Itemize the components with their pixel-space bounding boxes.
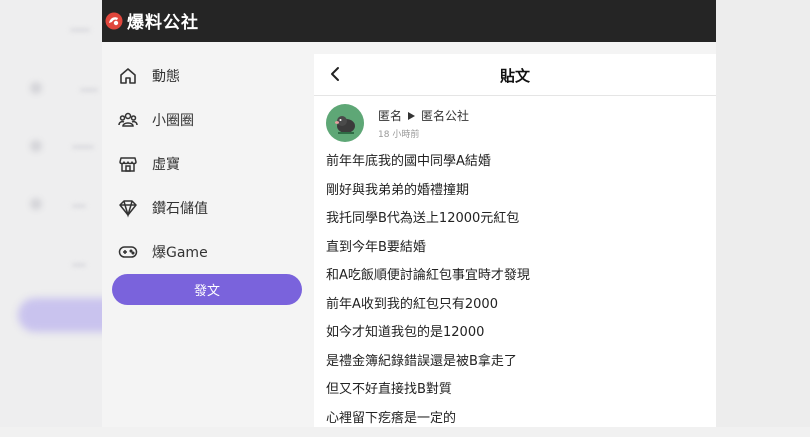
- backdrop-line: [72, 263, 86, 267]
- top-bar: 爆料公社: [102, 0, 716, 42]
- sidebar-item-diamonds[interactable]: 鑽石儲值: [118, 193, 208, 223]
- gamepad-icon: [118, 242, 138, 262]
- post-line: 我托同學B代為送上12000元紅包: [326, 209, 706, 238]
- logo-icon: [105, 12, 123, 30]
- diamond-icon: [118, 198, 138, 218]
- sidebar-item-feed[interactable]: 動態: [118, 61, 180, 91]
- backdrop-line: [70, 28, 90, 32]
- backdrop-line: [80, 88, 98, 92]
- group-icon: [118, 110, 138, 130]
- sidebar-item-label: 鑽石儲值: [152, 198, 208, 218]
- logo[interactable]: 爆料公社: [105, 8, 199, 33]
- post-line: 前年年底我的國中同學A結婚: [326, 152, 706, 181]
- store-icon: [118, 154, 138, 174]
- post-line: 是禮金簿紀錄錯誤還是被B拿走了: [326, 352, 706, 381]
- sidebar-item-store[interactable]: 虛寶: [118, 149, 180, 179]
- app-title: 爆料公社: [127, 8, 199, 33]
- sidebar-item-label: 小圈圈: [152, 110, 194, 130]
- post-panel: 貼文 匿名 匿名公社 18 小時前 前年年底我的國中同學A結婚 剛好與我弟弟的婚…: [314, 54, 716, 427]
- backdrop-line: [72, 145, 94, 149]
- backdrop-blob: [30, 198, 42, 210]
- mole-avatar-icon: [326, 104, 364, 142]
- sidebar-item-label: 動態: [152, 66, 180, 86]
- post-line: 剛好與我弟弟的婚禮撞期: [326, 181, 706, 210]
- backdrop-blob: [30, 140, 42, 152]
- backdrop-line: [72, 204, 86, 208]
- sidebar-item-label: 虛寶: [152, 154, 180, 174]
- post-line: 前年A收到我的紅包只有2000: [326, 295, 706, 324]
- post-time: 18 小時前: [378, 127, 419, 140]
- post-line: 和A吃飯順便討論紅包事宜時才發現: [326, 266, 706, 295]
- author-name[interactable]: 匿名: [378, 107, 402, 124]
- backdrop-left: [0, 0, 102, 427]
- board-name[interactable]: 匿名公社: [421, 107, 469, 124]
- app-window: 爆料公社 動態 小圈圈 虛寶: [102, 0, 716, 427]
- sidebar: 動態 小圈圈 虛寶 鑽石儲值: [102, 42, 312, 427]
- post-header: 貼文: [314, 54, 716, 96]
- author-row: 匿名 匿名公社: [378, 107, 469, 124]
- post-button[interactable]: 發文: [112, 274, 302, 305]
- sidebar-item-game[interactable]: 爆Game: [118, 237, 208, 267]
- post-line: 心裡留下疙瘩是一定的: [326, 409, 706, 437]
- sidebar-item-label: 爆Game: [152, 242, 208, 262]
- post-line: 但又不好直接找B對質: [326, 380, 706, 409]
- backdrop-blob: [30, 82, 42, 94]
- page-title: 貼文: [314, 65, 716, 86]
- post-line: 如今才知道我包的是12000: [326, 323, 706, 352]
- post-line: 直到今年B要結婚: [326, 238, 706, 267]
- backdrop-right: [716, 0, 810, 427]
- post-body: 前年年底我的國中同學A結婚 剛好與我弟弟的婚禮撞期 我托同學B代為送上12000…: [326, 152, 706, 437]
- avatar[interactable]: [326, 104, 364, 142]
- sidebar-item-groups[interactable]: 小圈圈: [118, 105, 194, 135]
- home-icon: [118, 66, 138, 86]
- right-triangle-icon: [408, 112, 415, 120]
